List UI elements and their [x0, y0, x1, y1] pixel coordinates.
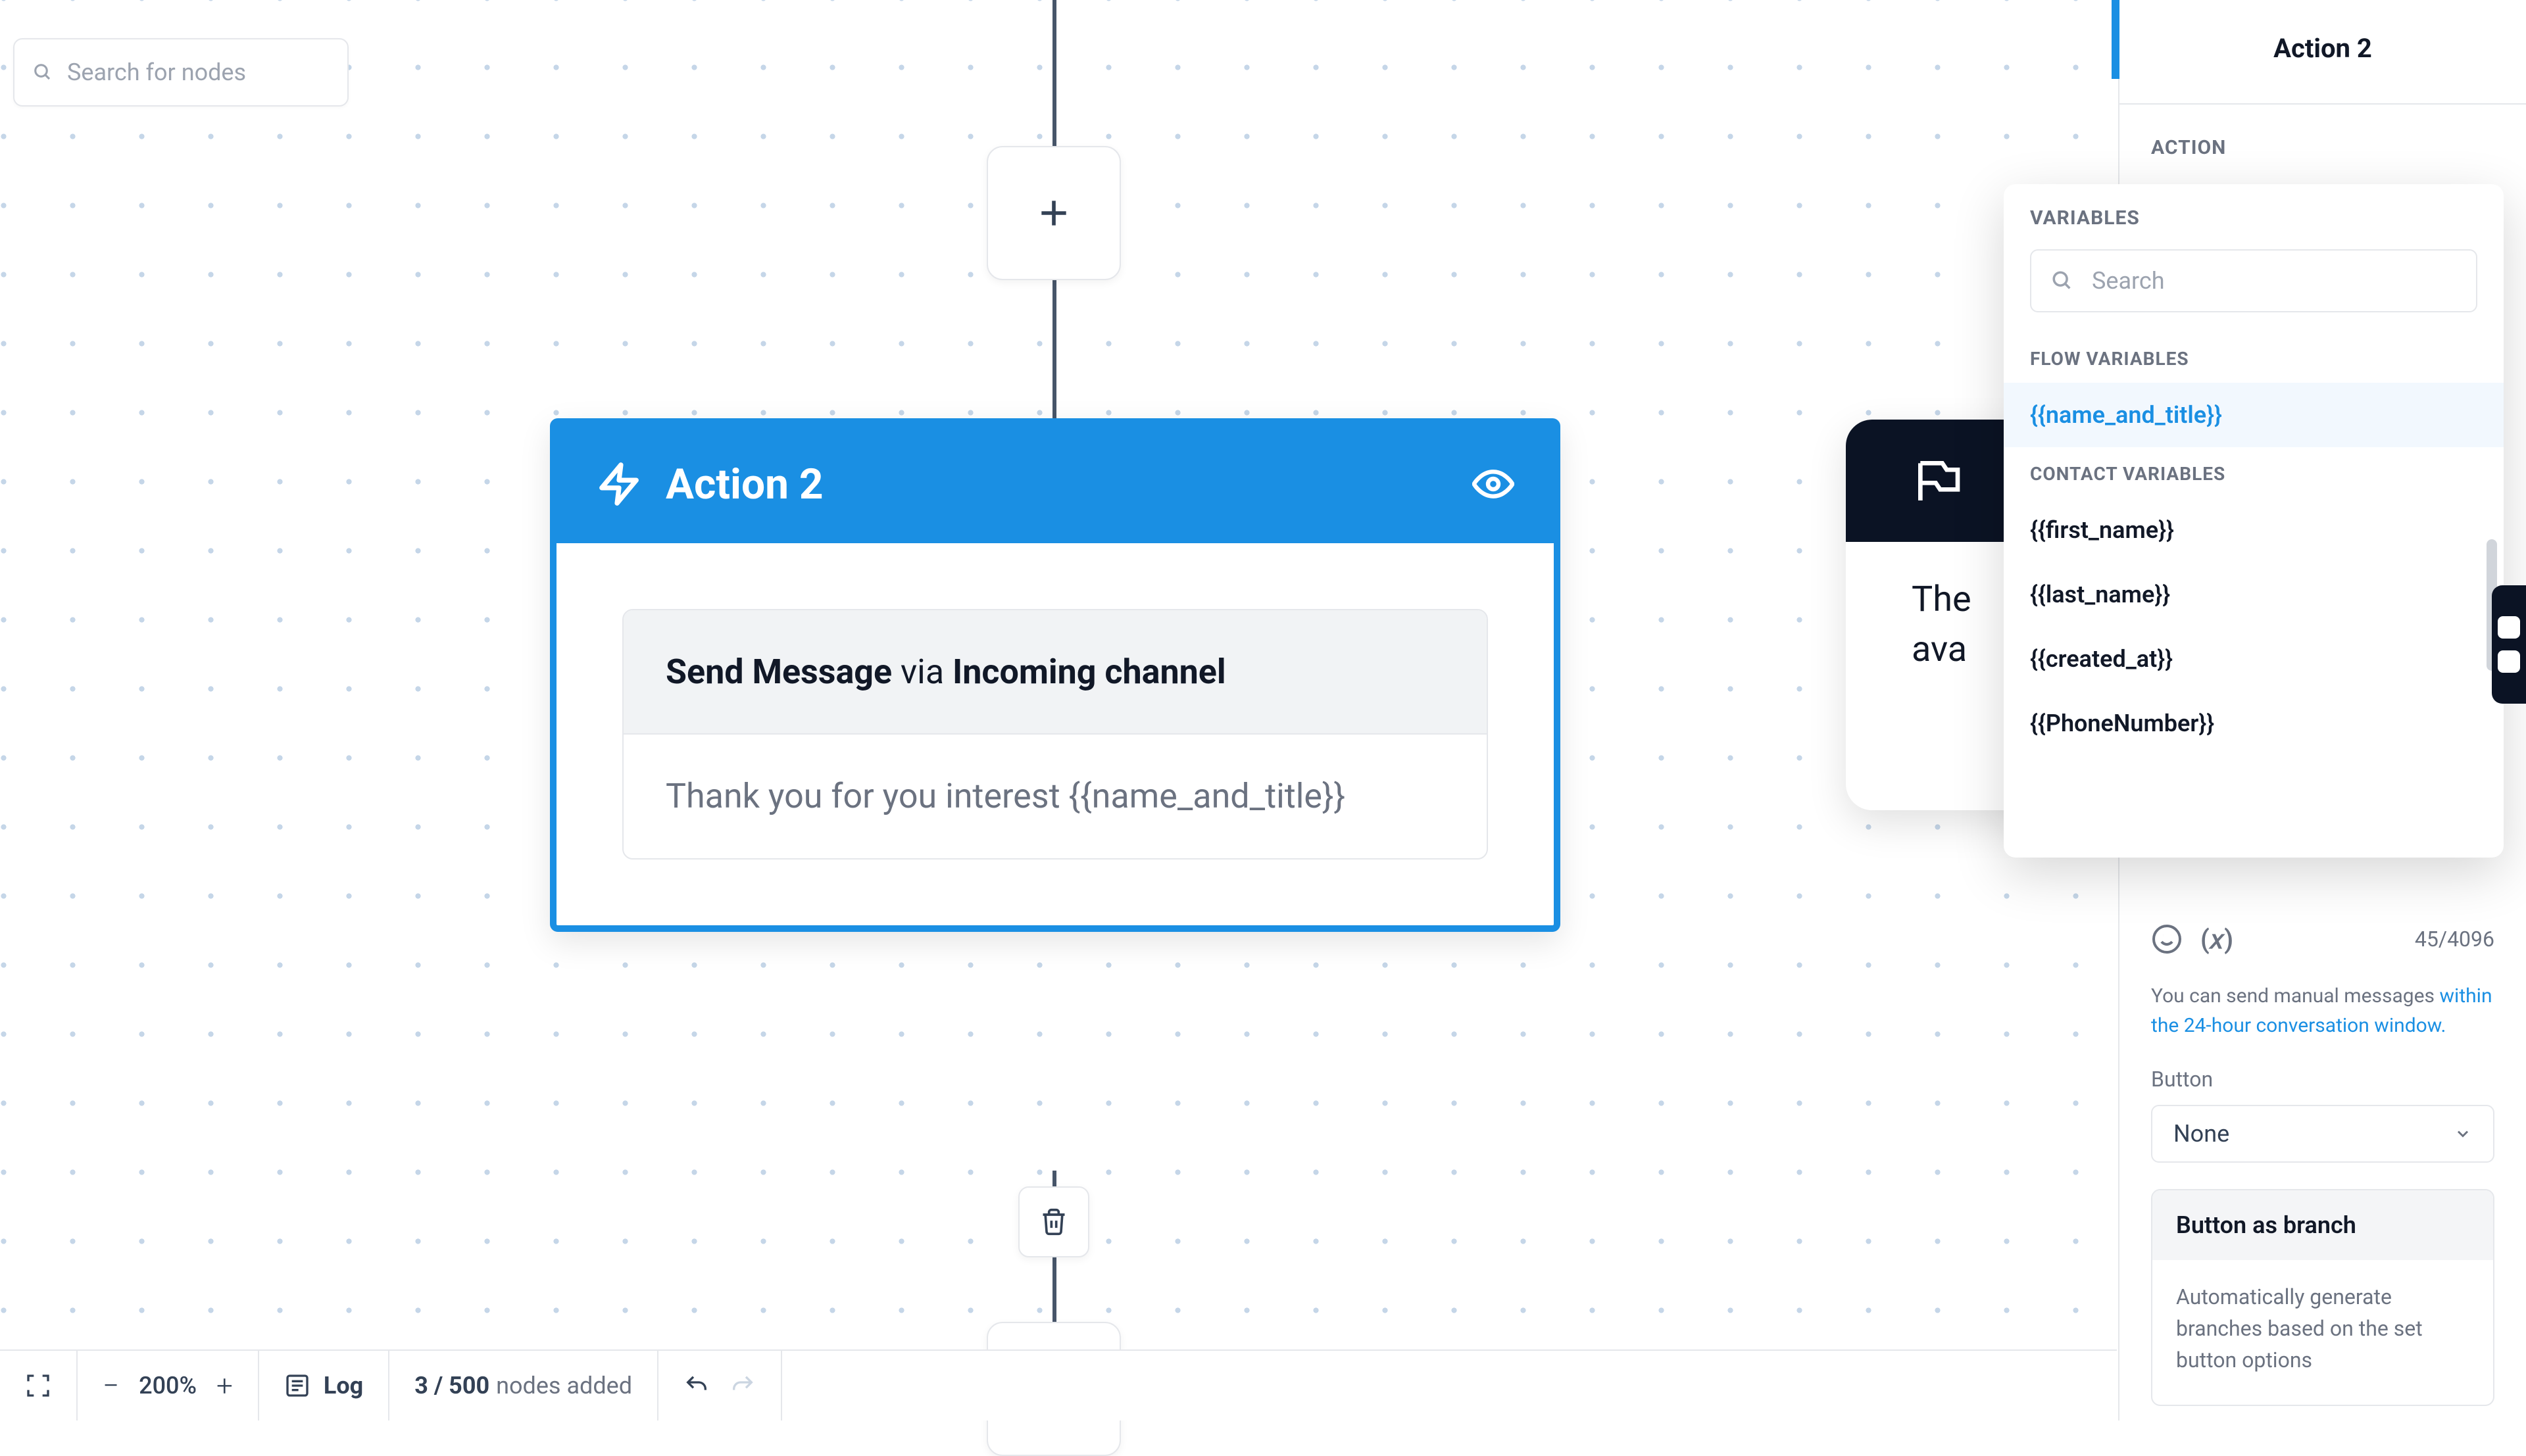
char-count: 45/4096 [2415, 927, 2494, 952]
bolt-icon [596, 461, 642, 507]
redo-button[interactable] [730, 1372, 756, 1399]
search-nodes-input[interactable]: Search for nodes [13, 38, 349, 107]
notes-tab[interactable] [2492, 585, 2526, 704]
branch-desc: Automatically generate branches based on… [2152, 1260, 2493, 1405]
variables-search[interactable]: Search [2030, 249, 2477, 312]
emoji-icon[interactable] [2151, 923, 2183, 955]
zoom-level: 200% [139, 1372, 197, 1399]
undo-redo [658, 1351, 782, 1420]
variable-item[interactable]: {{created_at}} [2004, 627, 2504, 691]
message-box: Send Message via Incoming channel Thank … [622, 609, 1488, 860]
bottom-toolbar: − 200% + Log 3 / 500 nodes added [0, 1349, 2117, 1420]
notes-icon [2498, 616, 2520, 639]
zoom-controls: − 200% + [78, 1351, 259, 1420]
sidebar-title: Action 2 [2119, 0, 2526, 105]
button-select[interactable]: None [2151, 1105, 2494, 1163]
nodes-counter: 3 / 500 nodes added [389, 1351, 658, 1420]
search-icon [2051, 270, 2073, 292]
node-header[interactable]: Action 2 [557, 425, 1554, 543]
flag-icon [1912, 454, 1964, 507]
variables-group-contact: CONTACT VARIABLES [2004, 447, 2504, 498]
message-action-label: Send Message [666, 652, 892, 692]
variable-item[interactable]: {{PhoneNumber}} [2004, 691, 2504, 756]
variables-group-flow: FLOW VARIABLES [2004, 332, 2504, 383]
section-action-label: ACTION [2151, 136, 2494, 159]
variable-item[interactable]: {{last_name}} [2004, 562, 2504, 627]
plus-icon [1035, 195, 1072, 231]
variables-title: VARIABLES [2004, 206, 2504, 249]
nodes-label: nodes added [496, 1372, 632, 1399]
notes-icon [2498, 650, 2520, 673]
undo-button[interactable] [683, 1372, 710, 1399]
action-node[interactable]: Action 2 Send Message via Incoming chann… [550, 418, 1560, 932]
eye-icon[interactable] [1472, 463, 1514, 505]
log-icon [284, 1372, 310, 1399]
message-channel: Incoming channel [953, 652, 1226, 692]
message-action-header: Send Message via Incoming channel [624, 610, 1487, 733]
search-icon [33, 62, 53, 82]
add-node-before-button[interactable] [987, 146, 1121, 280]
branch-title: Button as branch [2152, 1190, 2493, 1260]
button-field-label: Button [2119, 1067, 2526, 1105]
fullscreen-button[interactable] [0, 1351, 78, 1420]
delete-node-button[interactable] [1018, 1186, 1089, 1257]
search-placeholder: Search for nodes [67, 59, 246, 86]
trash-icon [1039, 1207, 1068, 1236]
zoom-in-button[interactable]: + [216, 1369, 233, 1403]
sidebar-accent [2112, 0, 2119, 79]
zoom-out-button[interactable]: − [103, 1369, 119, 1403]
button-select-value: None [2173, 1120, 2229, 1148]
nodes-count: 3 / 500 [414, 1372, 489, 1399]
button-as-branch-card[interactable]: Button as branch Automatically generate … [2151, 1189, 2494, 1406]
node-title: Action 2 [666, 460, 824, 509]
chevron-down-icon [2454, 1125, 2472, 1143]
variables-search-placeholder: Search [2092, 267, 2165, 295]
variable-item[interactable]: {{first_name}} [2004, 498, 2504, 562]
node-body: Send Message via Incoming channel Thank … [557, 543, 1554, 925]
log-label: Log [324, 1372, 363, 1399]
log-button[interactable]: Log [259, 1351, 389, 1420]
variable-insert-button[interactable]: (𝑥) [2201, 923, 2233, 955]
message-via: via [892, 652, 953, 692]
message-body: Thank you for you interest {{name_and_ti… [624, 733, 1487, 858]
variable-item[interactable]: {{name_and_title}} [2004, 383, 2504, 447]
message-toolbar: (𝑥) 45/4096 [2119, 908, 2526, 971]
variables-dropdown[interactable]: VARIABLES Search FLOW VARIABLES {{name_a… [2004, 184, 2504, 858]
fullscreen-icon [25, 1372, 51, 1399]
helper-text: You can send manual messages within the … [2119, 971, 2526, 1067]
